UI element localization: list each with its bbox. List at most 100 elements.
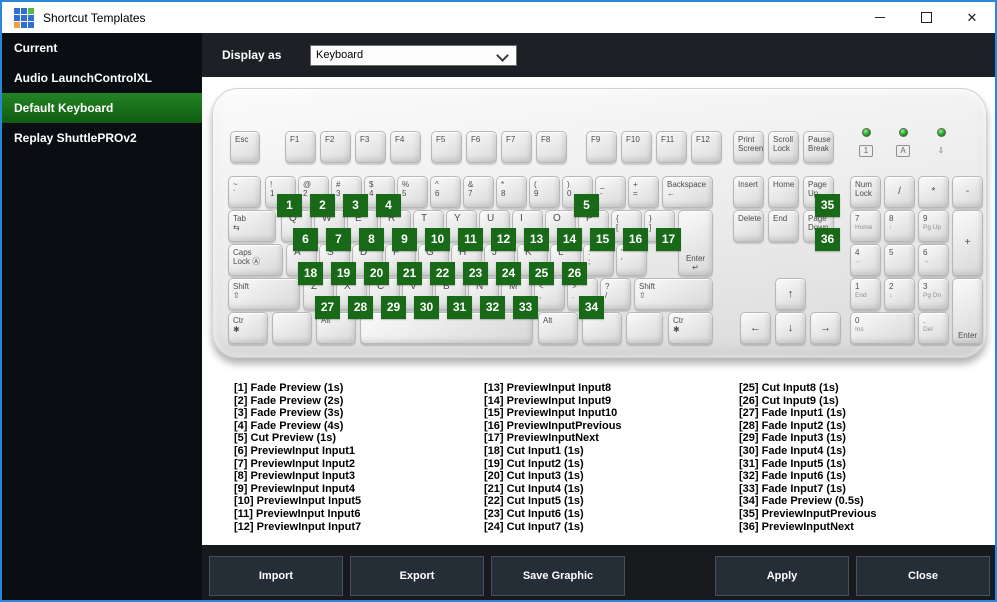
display-as-combobox[interactable]: Keyboard (310, 44, 517, 66)
legend-item: [2] Fade Preview (2s) (234, 394, 344, 407)
key-f8: F8 (536, 131, 567, 163)
key-u: U 12 (479, 210, 516, 251)
legend-item: [36] PreviewInputNext (739, 520, 854, 533)
legend-item: [7] PreviewInput Input2 (234, 457, 356, 470)
shortcut-badge-16: 16 (623, 228, 648, 251)
sidebar-item-audio-launchcontrolxl[interactable]: Audio LaunchControlXL (2, 63, 202, 93)
shortcut-badge-28: 28 (348, 296, 373, 319)
legend-item: [14] PreviewInput Input9 (484, 394, 612, 407)
legend-item: [28] Fade Input2 (1s) (739, 419, 846, 432)
legend-item: [23] Cut Input6 (1s) (484, 507, 584, 520)
shortcut-badge-20: 20 (364, 262, 389, 285)
key-numpad-add: + (952, 210, 983, 276)
key-f4: F4 (390, 131, 421, 163)
shortcut-badge-4: 4 (376, 194, 401, 217)
key-f2: F2 (320, 131, 351, 163)
legend-item: [9] PreviewInput Input4 (234, 482, 356, 495)
key-sublabel: ← (855, 258, 862, 266)
key-t: T 10 (413, 210, 450, 251)
logo-square (14, 14, 20, 21)
shortcut-badge-9: 9 (392, 228, 417, 251)
import-button[interactable]: Import (209, 556, 343, 596)
legend-column-3: [25] Cut Input8 (1s) [26] Cut Input9 (1s)… (739, 382, 984, 533)
shortcut-badge-8: 8 (359, 228, 384, 251)
legend-item: [11] PreviewInput Input6 (234, 507, 361, 520)
apply-button[interactable]: Apply (715, 556, 849, 596)
sidebar-item-default-keyboard[interactable]: Default Keyboard (2, 93, 202, 123)
shortcut-badge-10: 10 (425, 228, 450, 251)
key-numpad-9: 9 Pg Up (918, 210, 949, 242)
key-print-screen: Print Screen (733, 131, 764, 163)
minimize-button[interactable] (857, 2, 903, 33)
key-f6: F6 (466, 131, 497, 163)
key-8: * 8 (496, 176, 527, 208)
legend-item: [22] Cut Input5 (1s) (484, 495, 584, 508)
key-numpad-0: 0 Ins (850, 312, 915, 344)
shortcut-badge-14: 14 (557, 228, 582, 251)
close-button[interactable]: ✕ (949, 2, 995, 33)
legend-item: [26] Cut Input9 (1s) (739, 394, 839, 407)
display-as-selected-value: Keyboard (316, 48, 364, 61)
logo-square (28, 7, 34, 14)
logo-square (28, 21, 34, 28)
shortcut-badge-17: 17 (656, 228, 681, 251)
key-numpad-8: 8 ↑ (884, 210, 915, 242)
sidebar-item-current[interactable]: Current (2, 33, 202, 63)
footer: Import Export Save Graphic Apply Close (202, 545, 995, 600)
shortcut-badge-34: 34 (579, 296, 604, 319)
key-sublabel: Home (855, 224, 873, 232)
sidebar-item-replay-shuttleprov2[interactable]: Replay ShuttlePROv2 (2, 123, 202, 153)
legend-item: [32] Fade Input6 (1s) (739, 470, 846, 483)
shortcut-badge-22: 22 (430, 262, 455, 285)
key-sublabel: End (855, 292, 867, 300)
maximize-icon (920, 12, 932, 23)
key-f10: F10 (621, 131, 652, 163)
legend-item: [35] PreviewInputPrevious (739, 507, 877, 520)
legend-item: [16] PreviewInputPrevious (484, 419, 622, 432)
shortcut-badge-30: 30 (414, 296, 439, 319)
key-f5: F5 (431, 131, 462, 163)
key-right-alt: Alt (538, 312, 578, 344)
shortcut-badge-21: 21 (397, 262, 422, 285)
legend-item: [17] PreviewInputNext (484, 432, 599, 445)
legend-item: [18] Cut Input1 (1s) (484, 444, 584, 457)
key-4: $ 44 (364, 176, 401, 217)
key-arrow-right: → (810, 312, 841, 344)
shortcut-badge-12: 12 (491, 228, 516, 251)
shortcut-badge-3: 3 (343, 194, 368, 217)
legend-item: [31] Fade Input5 (1s) (739, 457, 846, 470)
main-panel: Display as Keyboard Esc F1 F2 F3 F4 F5 F6 F7 F8 F… (202, 33, 995, 600)
legend-item: [13] PreviewInput Input8 (484, 382, 612, 394)
shortcut-badge-19: 19 (331, 262, 356, 285)
maximize-button[interactable] (903, 2, 949, 33)
legend-column-2: [13] PreviewInput Input8 [14] PreviewInpu… (484, 382, 729, 533)
save-graphic-button[interactable]: Save Graphic (491, 556, 625, 596)
key-f12: F12 (691, 131, 722, 163)
key-o: O 14 (545, 210, 582, 251)
shortcut-badge-29: 29 (381, 296, 406, 319)
shortcut-badge-11: 11 (458, 228, 483, 251)
key-sublabel: Pg Up (923, 224, 942, 232)
key-f1: F1 (285, 131, 316, 163)
legend-item: [20] Cut Input3 (1s) (484, 470, 584, 483)
export-button[interactable]: Export (350, 556, 484, 596)
key-slash: ? / (600, 278, 631, 310)
key-numpad-enter: Enter (952, 278, 983, 344)
legend-item: [33] Fade Input7 (1s) (739, 482, 846, 495)
key-y: Y 11 (446, 210, 483, 251)
key-left-shift: Shift ⇧ (228, 278, 300, 310)
key-sublabel: Ins (855, 326, 864, 334)
key-numpad-4: 4 ← (850, 244, 881, 276)
key-minus: _ - (595, 176, 626, 208)
key-num-lock: Num Lock (850, 176, 881, 208)
shortcut-badge-15: 15 (590, 228, 615, 251)
close-button[interactable]: Close (856, 556, 990, 596)
led-light-icon (861, 128, 871, 137)
key-caps-lock: Caps Lock Ⓐ (228, 244, 283, 276)
key-right-bracket: } ] 17 (644, 210, 681, 251)
key-grave: ~ ` (228, 176, 261, 208)
key-arrow-down: ↓ (775, 312, 806, 344)
key-left-bracket: { [16 (611, 210, 648, 251)
shortcut-badge-23: 23 (463, 262, 488, 285)
key-f11: F11 (656, 131, 687, 163)
